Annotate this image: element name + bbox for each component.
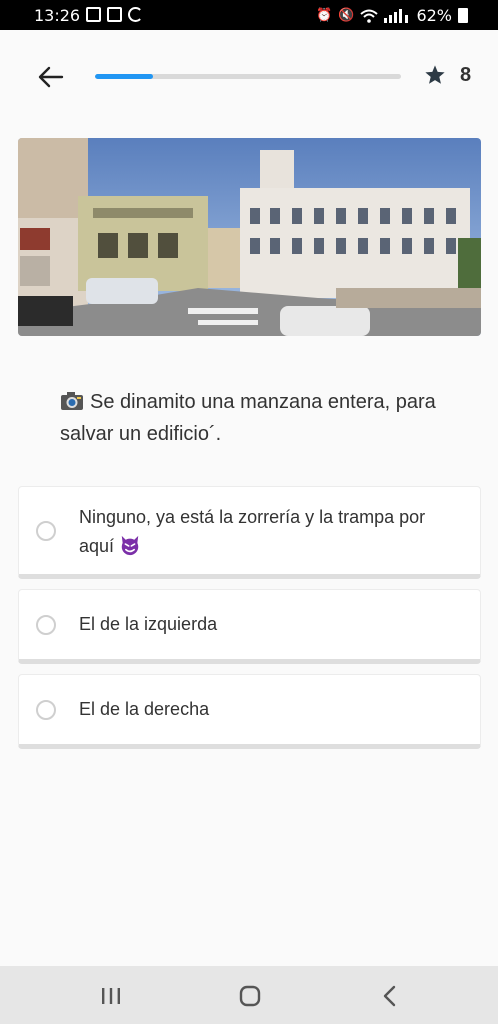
signal-icon xyxy=(384,8,409,23)
battery-icon xyxy=(458,8,468,23)
question-photo xyxy=(18,138,481,336)
answer-option-1[interactable]: Ninguno, ya está la zorrería y la trampa… xyxy=(18,486,481,579)
linkedin-icon xyxy=(107,7,122,22)
status-bar: 13:26 ⏰ 🔇 62% xyxy=(0,0,498,30)
arrow-left-icon xyxy=(38,66,64,88)
progress-bar xyxy=(95,74,401,79)
image-icon xyxy=(86,7,101,22)
system-icons: ⏰ 🔇 62% xyxy=(316,6,468,25)
radio-button[interactable] xyxy=(36,700,56,720)
wifi-icon xyxy=(360,9,379,23)
answer-option-1-text: Ninguno, ya está la zorrería y la trampa… xyxy=(79,503,460,561)
back-chevron-icon[interactable] xyxy=(377,983,403,1009)
quiz-header: 8 xyxy=(0,30,498,122)
alarm-icon: ⏰ xyxy=(316,8,333,23)
back-button[interactable] xyxy=(36,62,66,92)
question-text: Se dinamito una manzana entera, para sal… xyxy=(60,391,436,445)
camera-icon xyxy=(61,392,83,410)
star-icon xyxy=(425,65,445,84)
system-nav-bar xyxy=(0,966,498,1024)
question-text-block: Se dinamito una manzana entera, para sal… xyxy=(60,386,450,450)
devil-icon xyxy=(121,535,139,556)
mute-icon: 🔇 xyxy=(338,8,355,23)
radio-button[interactable] xyxy=(36,521,56,541)
answer-option-2[interactable]: El de la izquierda xyxy=(18,589,481,664)
sync-icon xyxy=(128,7,143,22)
status-time: 13:26 xyxy=(34,6,81,25)
progress-fill xyxy=(95,74,154,79)
radio-button[interactable] xyxy=(36,615,56,635)
recents-icon[interactable] xyxy=(98,983,124,1009)
home-icon[interactable] xyxy=(237,983,263,1009)
answer-option-3[interactable]: El de la derecha xyxy=(18,674,481,749)
battery-level: 62% xyxy=(416,6,452,25)
score-count: 8 xyxy=(460,64,472,86)
answer-label: El de la derecha xyxy=(79,699,210,719)
answer-label: El de la izquierda xyxy=(79,614,218,634)
notification-icons xyxy=(86,7,143,22)
